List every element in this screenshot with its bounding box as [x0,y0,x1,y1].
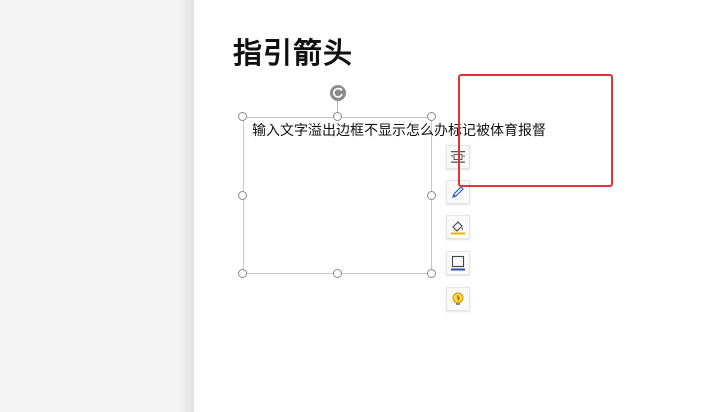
selected-textbox[interactable] [243,117,432,274]
smart-tips-icon [452,292,464,305]
resize-handle-left[interactable] [238,191,247,200]
resize-handle-top-left[interactable] [238,112,247,121]
highlight-annotation-box [458,74,613,187]
resize-handle-top-right[interactable] [427,112,436,121]
rotate-icon [333,87,343,98]
app-canvas: 指引箭头 输入文字溢出边框不显示怎么办标记被体育报督 [0,0,723,412]
resize-handle-bottom-right[interactable] [427,269,436,278]
border-outline-button[interactable] [446,251,470,275]
document-heading[interactable]: 指引箭头 [233,30,353,72]
fill-color-button[interactable] [446,215,470,239]
page-shadow [178,0,194,412]
rotate-handle[interactable] [330,85,346,101]
resize-handle-bottom[interactable] [333,269,342,278]
resize-handle-bottom-left[interactable] [238,269,247,278]
smart-tips-button[interactable] [446,287,470,311]
border-outline-icon [451,255,465,271]
resize-handle-right[interactable] [427,191,436,200]
resize-handle-top[interactable] [333,112,342,121]
fill-color-icon [451,221,465,235]
